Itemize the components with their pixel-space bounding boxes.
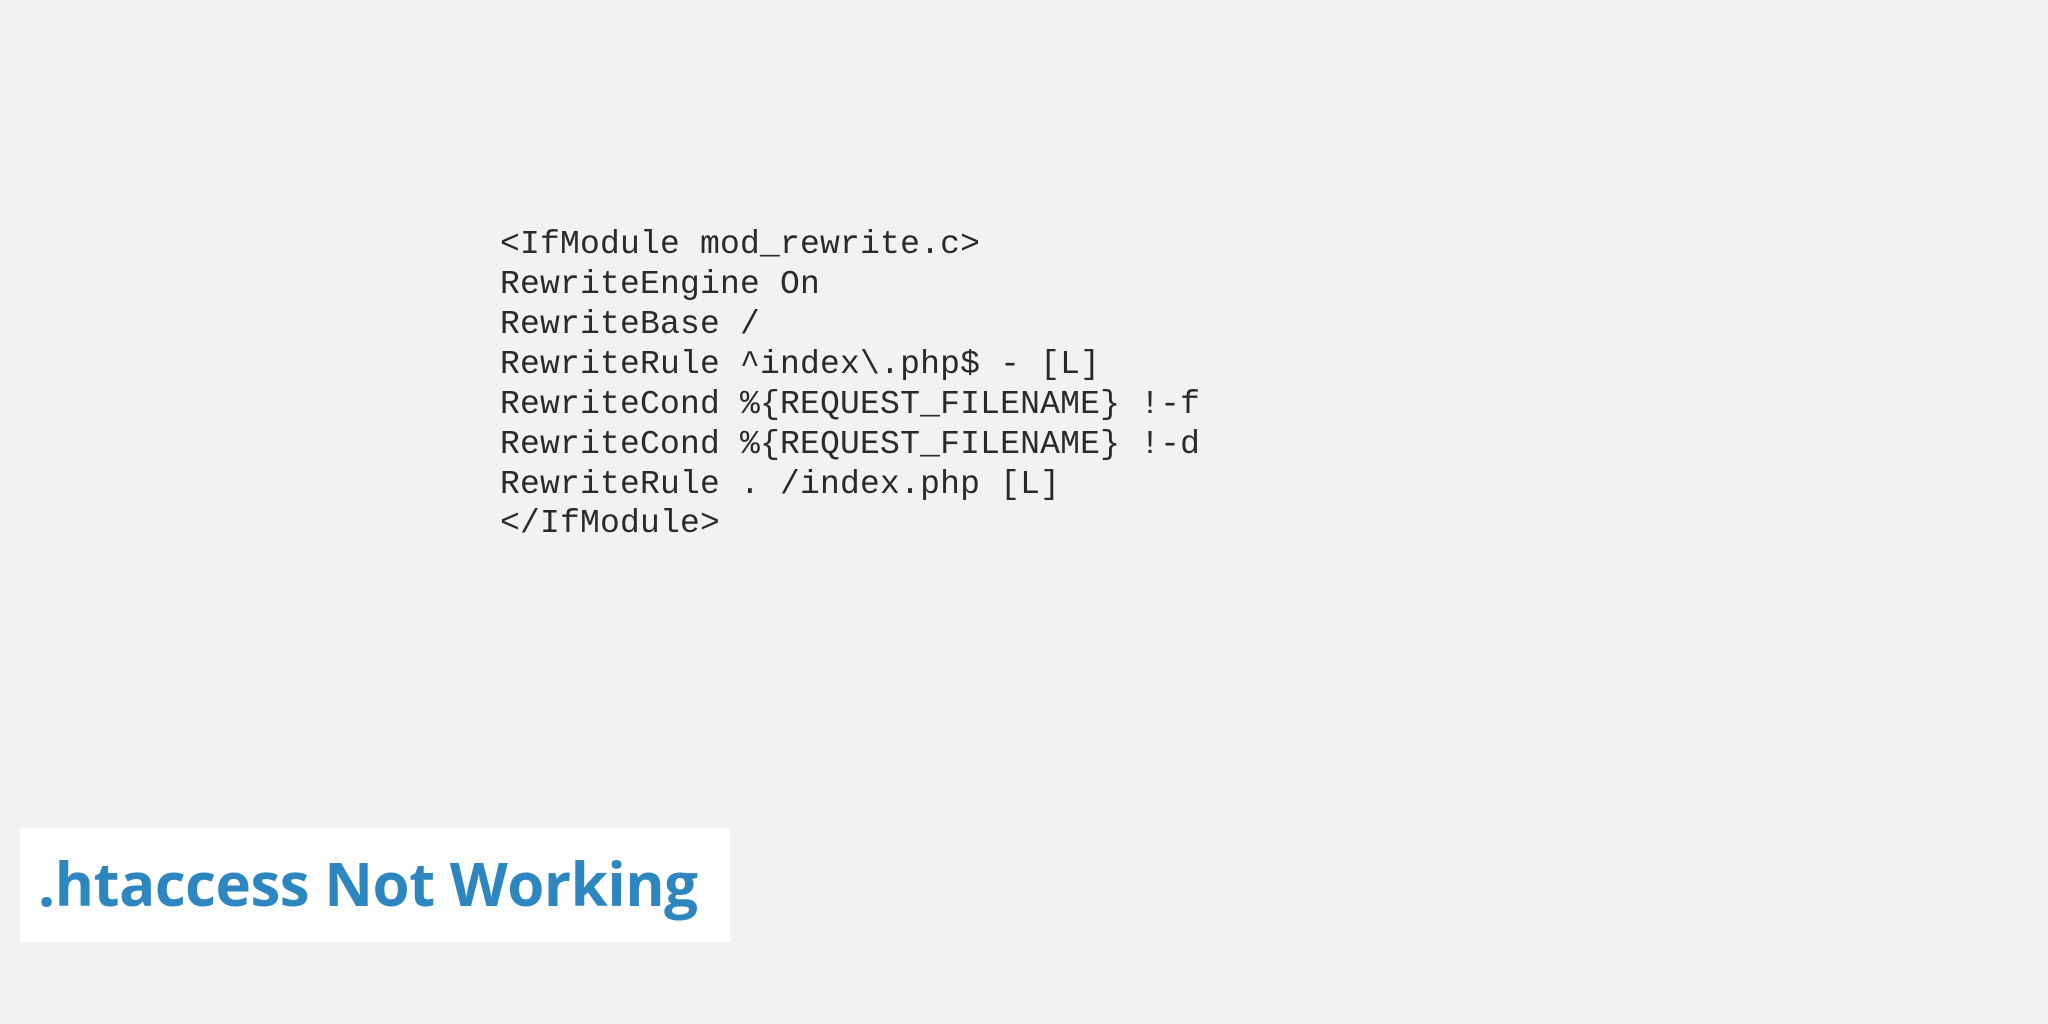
- code-line: RewriteCond %{REQUEST_FILENAME} !-f: [500, 386, 1200, 423]
- code-line: RewriteCond %{REQUEST_FILENAME} !-d: [500, 426, 1200, 463]
- code-line: RewriteBase /: [500, 306, 760, 343]
- code-line: RewriteEngine On: [500, 266, 820, 303]
- page-title: .htaccess Not Working: [38, 842, 698, 924]
- code-line: <IfModule mod_rewrite.c>: [500, 226, 980, 263]
- code-snippet: <IfModule mod_rewrite.c> RewriteEngine O…: [500, 225, 1200, 544]
- code-line: </IfModule>: [500, 505, 720, 542]
- title-container: .htaccess Not Working: [20, 828, 730, 942]
- code-line: RewriteRule ^index\.php$ - [L]: [500, 346, 1100, 383]
- code-line: RewriteRule . /index.php [L]: [500, 466, 1060, 503]
